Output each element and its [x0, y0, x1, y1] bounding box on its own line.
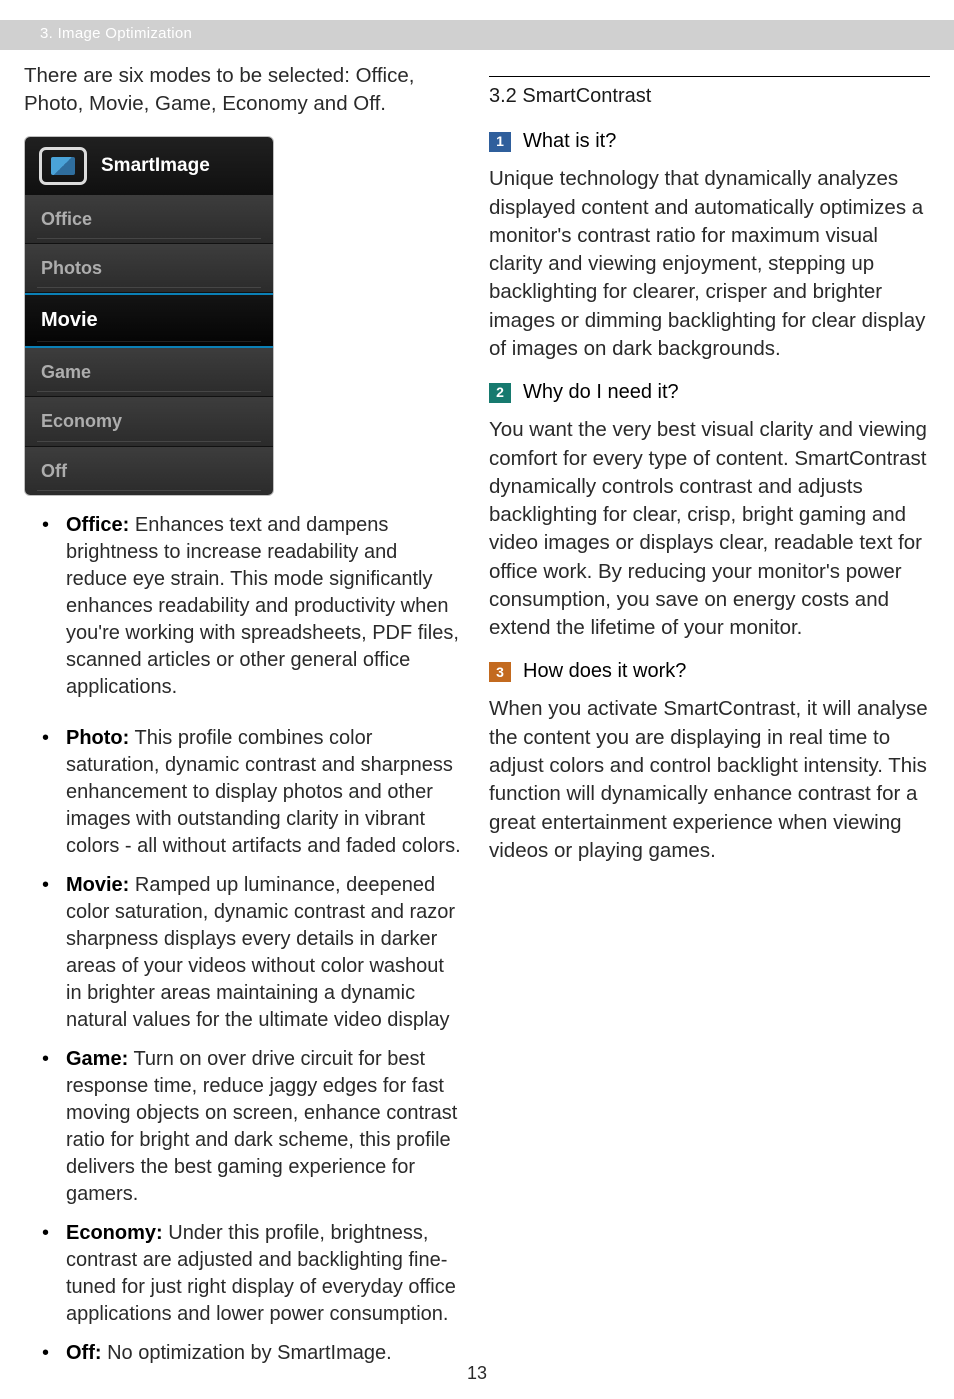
term-game: Game:	[66, 1048, 128, 1070]
bullet-list: Office: Enhances text and dampens bright…	[24, 512, 465, 1367]
chapter-bar: 3. Image Optimization	[0, 20, 954, 50]
list-item: Office: Enhances text and dampens bright…	[42, 512, 463, 701]
list-item: Economy: Under this profile, brightness,…	[42, 1220, 463, 1328]
desc-movie: Ramped up luminance, deepened color satu…	[66, 874, 455, 1031]
term-economy: Economy:	[66, 1222, 163, 1244]
smartimage-title: SmartImage	[101, 153, 210, 179]
desc-office: Enhances text and dampens brightness to …	[66, 514, 459, 698]
term-office: Office:	[66, 514, 129, 536]
smartimage-header: SmartImage	[25, 137, 273, 195]
intro-text: There are six modes to be selected: Offi…	[24, 62, 465, 117]
question-1-label: What is it?	[523, 128, 616, 155]
question-2: 2 Why do I need it?	[489, 379, 930, 406]
paragraph-2: You want the very best visual clarity an…	[489, 416, 930, 642]
badge-3-icon: 3	[489, 662, 511, 682]
question-3: 3 How does it work?	[489, 658, 930, 685]
section-title: 3.2 SmartContrast	[489, 83, 930, 110]
question-1: 1 What is it?	[489, 128, 930, 155]
question-2-label: Why do I need it?	[523, 379, 679, 406]
menu-item-off[interactable]: Off	[25, 447, 273, 495]
list-item: Movie: Ramped up luminance, deepened col…	[42, 872, 463, 1034]
menu-item-game[interactable]: Game	[25, 348, 273, 397]
paragraph-1: Unique technology that dynamically analy…	[489, 165, 930, 363]
smartimage-menu: SmartImage Office Photos Movie Game Econ…	[24, 136, 274, 496]
list-item: Game: Turn on over drive circuit for bes…	[42, 1046, 463, 1208]
menu-item-economy[interactable]: Economy	[25, 397, 273, 446]
term-movie: Movie:	[66, 874, 129, 896]
menu-item-movie[interactable]: Movie	[25, 293, 273, 348]
page-number: 13	[0, 1361, 954, 1385]
desc-game: Turn on over drive circuit for best resp…	[66, 1048, 457, 1205]
question-3-label: How does it work?	[523, 658, 686, 685]
section-rule	[489, 76, 930, 77]
list-item: Photo: This profile combines color satur…	[42, 725, 463, 860]
smartimage-icon	[39, 147, 87, 185]
menu-item-office[interactable]: Office	[25, 195, 273, 244]
paragraph-3: When you activate SmartContrast, it will…	[489, 695, 930, 865]
term-photo: Photo:	[66, 727, 129, 749]
badge-2-icon: 2	[489, 383, 511, 403]
badge-1-icon: 1	[489, 132, 511, 152]
menu-item-photos[interactable]: Photos	[25, 244, 273, 293]
